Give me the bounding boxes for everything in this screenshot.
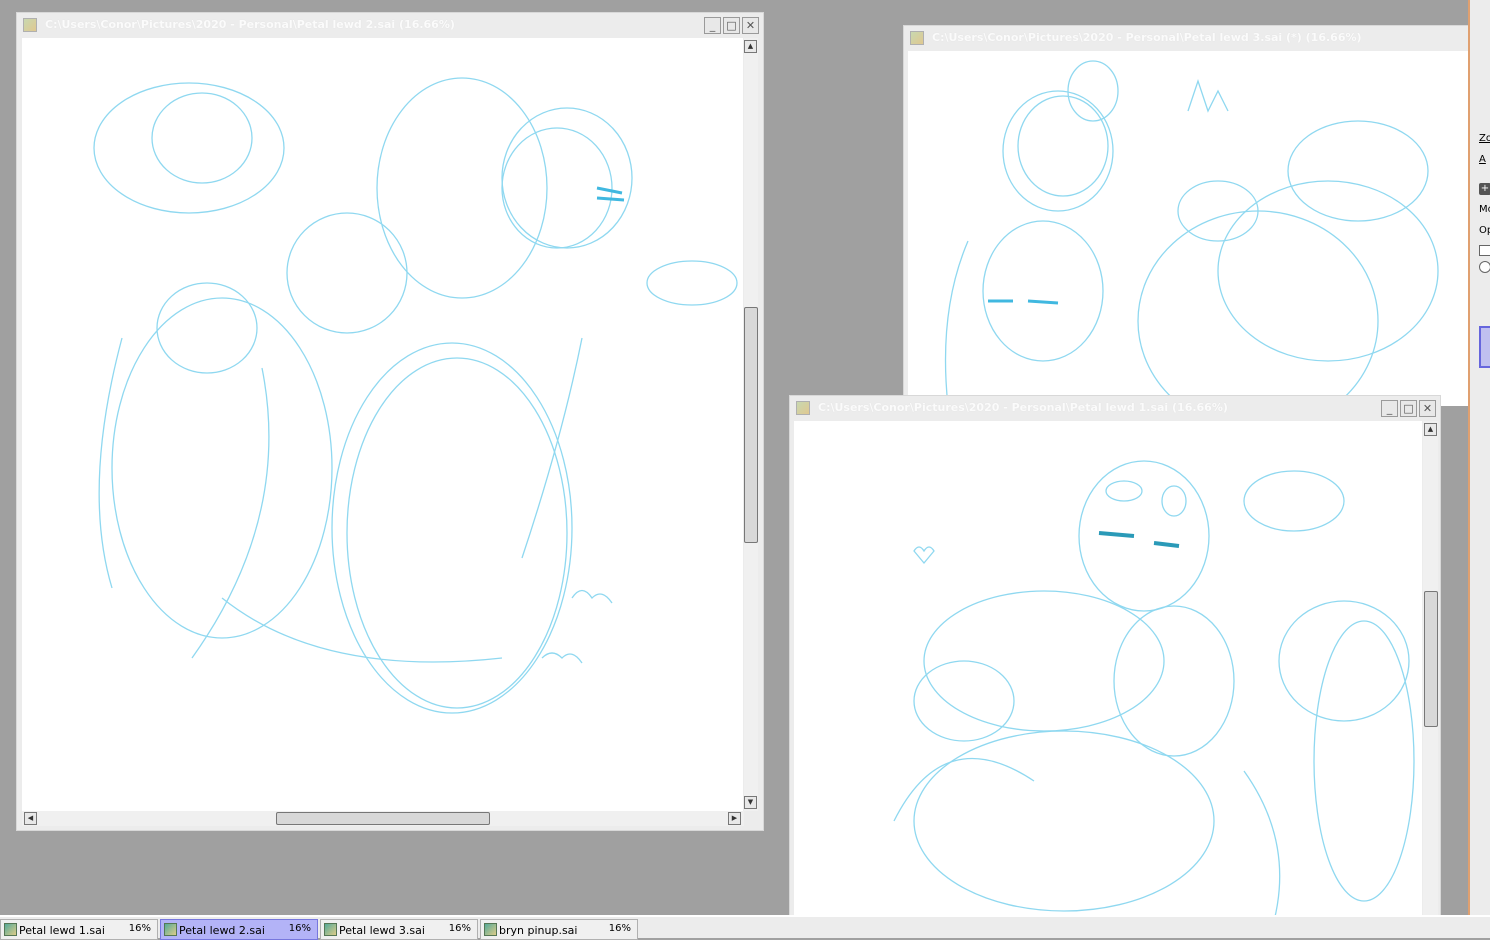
tab-name: Petal lewd 3.sai	[339, 924, 425, 937]
window-title-bar[interactable]: C:\Users\Conor\Pictures\2020 - Personal\…	[904, 26, 1468, 50]
sketch-artwork	[893, 460, 1415, 921]
tab-zoom: 16%	[128, 923, 151, 934]
close-button[interactable]: ✕	[742, 17, 759, 34]
vertical-scroll-thumb[interactable]	[1424, 591, 1438, 727]
scroll-up-arrow-icon[interactable]: ▲	[1424, 423, 1437, 436]
sketch-artwork	[944, 60, 1439, 406]
maximize-button[interactable]: □	[723, 17, 740, 34]
zoom-label: Zo	[1479, 133, 1490, 144]
tab-bryn-pinup[interactable]: bryn pinup.sai 16%	[480, 919, 638, 940]
sai-file-icon	[164, 923, 177, 936]
scroll-up-arrow-icon[interactable]: ▲	[744, 40, 757, 53]
scroll-down-arrow-icon[interactable]: ▼	[744, 796, 757, 809]
sketch-artwork	[93, 77, 738, 714]
horizontal-scrollbar[interactable]: ◀ ▶	[22, 811, 744, 826]
horizontal-scroll-thumb[interactable]	[276, 812, 490, 825]
minimize-button[interactable]: _	[704, 17, 721, 34]
tab-zoom: 16%	[448, 923, 471, 934]
drawing-canvas[interactable]	[908, 51, 1468, 406]
tab-zoom: 16%	[288, 923, 311, 934]
scroll-left-arrow-icon[interactable]: ◀	[24, 812, 37, 825]
tab-name: bryn pinup.sai	[499, 924, 578, 937]
tab-name: Petal lewd 1.sai	[19, 924, 105, 937]
sai-file-icon	[324, 923, 337, 936]
window-title: C:\Users\Conor\Pictures\2020 - Personal\…	[818, 401, 1228, 414]
tab-name: Petal lewd 2.sai	[179, 924, 265, 937]
scroll-right-arrow-icon[interactable]: ▶	[728, 812, 741, 825]
window-title-bar[interactable]: C:\Users\Conor\Pictures\2020 - Personal\…	[17, 13, 763, 37]
window-title-bar[interactable]: C:\Users\Conor\Pictures\2020 - Personal\…	[790, 396, 1440, 420]
maximize-button[interactable]: □	[1400, 400, 1417, 417]
drawing-canvas[interactable]	[22, 38, 743, 811]
mode-label: Mo	[1479, 204, 1490, 215]
minimize-button[interactable]: _	[1381, 400, 1398, 417]
tab-zoom: 16%	[608, 923, 631, 934]
checkbox[interactable]	[1479, 245, 1490, 256]
canvas-window-petal-lewd-3: C:\Users\Conor\Pictures\2020 - Personal\…	[903, 25, 1469, 406]
sai-file-icon	[796, 401, 810, 415]
vertical-scrollbar[interactable]: ▲	[1423, 421, 1438, 921]
tab-petal-lewd-1[interactable]: Petal lewd 1.sai 16%	[0, 919, 158, 940]
canvas-window-petal-lewd-1: C:\Users\Conor\Pictures\2020 - Personal\…	[789, 395, 1441, 921]
vertical-scrollbar[interactable]: ▲ ▼	[744, 38, 758, 811]
window-title: C:\Users\Conor\Pictures\2020 - Personal\…	[45, 18, 455, 31]
selected-layer[interactable]	[1479, 326, 1490, 368]
tool-panel: Zo A + Mo Op	[1468, 0, 1490, 915]
add-icon[interactable]: +	[1479, 183, 1490, 195]
document-tabs-bar: Petal lewd 1.sai 16% Petal lewd 2.sai 16% …	[0, 915, 1490, 940]
sai-file-icon	[910, 31, 924, 45]
angle-label: A	[1479, 154, 1486, 165]
vertical-scroll-thumb[interactable]	[744, 307, 758, 543]
tab-petal-lewd-3[interactable]: Petal lewd 3.sai 16%	[320, 919, 478, 940]
sai-file-icon	[484, 923, 497, 936]
tab-petal-lewd-2[interactable]: Petal lewd 2.sai 16%	[160, 919, 318, 940]
radio-button[interactable]	[1479, 261, 1490, 273]
drawing-canvas[interactable]	[794, 421, 1422, 921]
opacity-label: Op	[1479, 225, 1490, 236]
window-title: C:\Users\Conor\Pictures\2020 - Personal\…	[932, 31, 1362, 44]
close-button[interactable]: ✕	[1419, 400, 1436, 417]
sai-file-icon	[23, 18, 37, 32]
canvas-window-petal-lewd-2: C:\Users\Conor\Pictures\2020 - Personal\…	[16, 12, 764, 831]
sai-file-icon	[4, 923, 17, 936]
